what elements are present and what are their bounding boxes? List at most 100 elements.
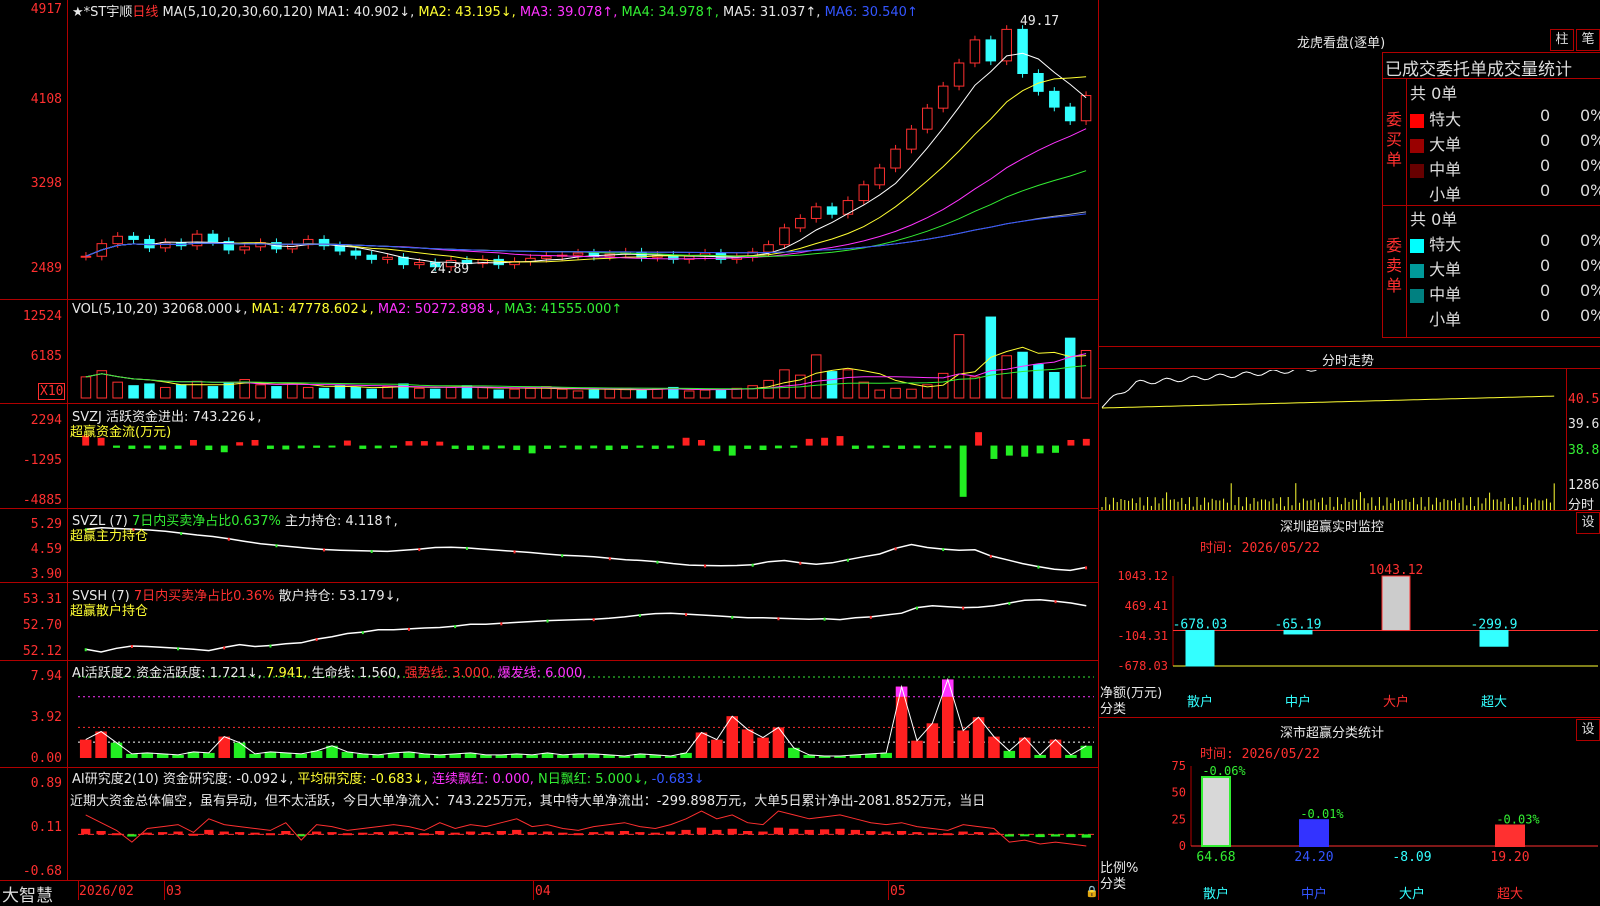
order-pct: 0% (1580, 181, 1600, 200)
fundflow-bar (266, 445, 274, 449)
order-row: 小单 0 0% (1410, 181, 1600, 205)
activity-bar (757, 737, 769, 758)
retail-holding-line-tick (407, 627, 410, 631)
ai2-header: AI研究度2(10) 资金研究度: -0.092↓, 平均研究度: -0.683… (72, 768, 704, 787)
volume-bar (874, 389, 885, 399)
main-holding-line-tick (1085, 566, 1088, 570)
research-bar (281, 830, 291, 835)
sz-x-unit: 分类 (1100, 702, 1127, 717)
sz-bar (1479, 630, 1509, 647)
retail-holding-line-tick (84, 648, 87, 652)
volume-bar (334, 385, 346, 399)
research-bar (435, 830, 445, 835)
vol-ma2: MA2: 50272.898↓, (377, 302, 501, 317)
volume-bar (366, 388, 377, 399)
research-bar (573, 833, 583, 836)
candle-body (1080, 95, 1092, 122)
research-bar (542, 831, 553, 835)
volume-bar (1080, 349, 1092, 399)
fundflow-bar (836, 436, 844, 446)
candle-body (858, 184, 870, 202)
candle-body (191, 233, 203, 247)
research-bar (1081, 834, 1091, 838)
research-bar (866, 830, 876, 835)
sell-orders-label: 委卖单 (1386, 236, 1403, 295)
research-bar (912, 832, 922, 835)
svsh-ratio: 7日内买卖净占比0.36% (133, 589, 275, 604)
retail-holding-line-tick (915, 606, 918, 610)
fundflow-bar (790, 445, 798, 448)
volume-bar (80, 376, 92, 399)
bar-mode-button[interactable]: 柱 (1550, 29, 1574, 51)
fundflow-bar (343, 440, 351, 446)
ai1-axis-2: 3.92 (30, 710, 62, 725)
ai2-consec-red: 连续飘红: 0.000, (432, 772, 534, 787)
fundflow-bar (359, 445, 367, 449)
svzj-axis-1: 2294 (30, 413, 62, 428)
stats-header: 已成交委托单成交量统计 (1385, 60, 1572, 80)
research-bar (188, 833, 199, 836)
cls-settings-button[interactable]: 设 (1576, 719, 1600, 741)
candle-body (350, 250, 362, 256)
volume-bar (715, 388, 727, 399)
retail-holding-line-tick (823, 617, 826, 621)
volume-bar (1017, 351, 1028, 399)
volume-bar (890, 387, 901, 399)
sz-axis-label: 469.41 (1125, 599, 1168, 613)
ma2-value: MA2: 43.195↓, (418, 5, 516, 20)
order-pct: 0% (1580, 256, 1600, 275)
candle-body (969, 39, 981, 64)
fundflow-bar (220, 445, 228, 453)
intraday-chart[interactable] (1100, 370, 1570, 510)
svzl-ratio: 7日内买卖净占比0.637% (131, 514, 281, 529)
chart-area[interactable] (0, 0, 1100, 900)
order-color-swatch (1410, 113, 1424, 128)
ai2-comment: 近期大资金总体偏空，虽有异动，但不太活跃，今日大单净流入：743.225万元，其… (70, 794, 986, 809)
intraday-axis-2: 39.69 (1568, 417, 1600, 432)
retail-holding-line-tick (731, 615, 734, 619)
candle-body (937, 85, 949, 109)
research-bar (1035, 834, 1045, 838)
fundflow-bar (667, 445, 675, 449)
order-count: 0 (1540, 256, 1551, 275)
fundflow-bar (1021, 445, 1029, 457)
fundflow-bar (944, 445, 952, 449)
volume-bar (477, 386, 489, 399)
stock-name[interactable]: ★*ST宇顺 (72, 5, 132, 20)
main-axis-2: 4108 (30, 92, 62, 107)
sz-settings-button[interactable]: 设 (1576, 512, 1600, 534)
main-holding-line-tick (227, 537, 230, 541)
fundflow-bar (482, 445, 490, 450)
svsh-sub: 超赢散户持仓 (70, 604, 149, 619)
low-price-label: 24.89 (430, 262, 470, 277)
lock-icon[interactable]: 🔒 (1085, 885, 1099, 898)
candle-body (826, 206, 838, 215)
main-header: ★*ST宇顺日线 MA(5,10,20,30,60,120) MA1: 40.9… (72, 1, 918, 20)
order-type: 中单 (1429, 160, 1462, 179)
research-bar (927, 832, 937, 835)
retail-holding-line-tick (177, 647, 180, 651)
fundflow-bar (390, 445, 398, 448)
retail-holding-line-tick (546, 619, 549, 623)
svsh-axis-3: 52.12 (22, 644, 62, 659)
tick-mode-button[interactable]: 笔 (1576, 29, 1600, 51)
buy-orders-label: 委买单 (1386, 110, 1403, 169)
fundflow-bar (1005, 445, 1013, 456)
research-bar (481, 832, 491, 835)
volume-bar (858, 381, 870, 399)
period-label[interactable]: 日线 (132, 5, 158, 20)
candle-body (906, 128, 917, 150)
volume-bar (429, 388, 441, 399)
vol-ma-line-1 (85, 346, 1087, 391)
order-color-swatch (1410, 263, 1424, 278)
brand-logo[interactable]: 大智慧 (2, 881, 53, 906)
volume-bar (175, 384, 187, 399)
volume-bar (350, 386, 362, 399)
sz-time: 时间: 2026/05/22 (1200, 541, 1320, 556)
volume-bar (271, 386, 282, 399)
main-holding-line-tick (180, 532, 183, 536)
volume-bar (160, 386, 171, 399)
volume-bar (969, 376, 981, 399)
research-bar (973, 832, 984, 835)
main-holding-line-tick (465, 546, 468, 550)
